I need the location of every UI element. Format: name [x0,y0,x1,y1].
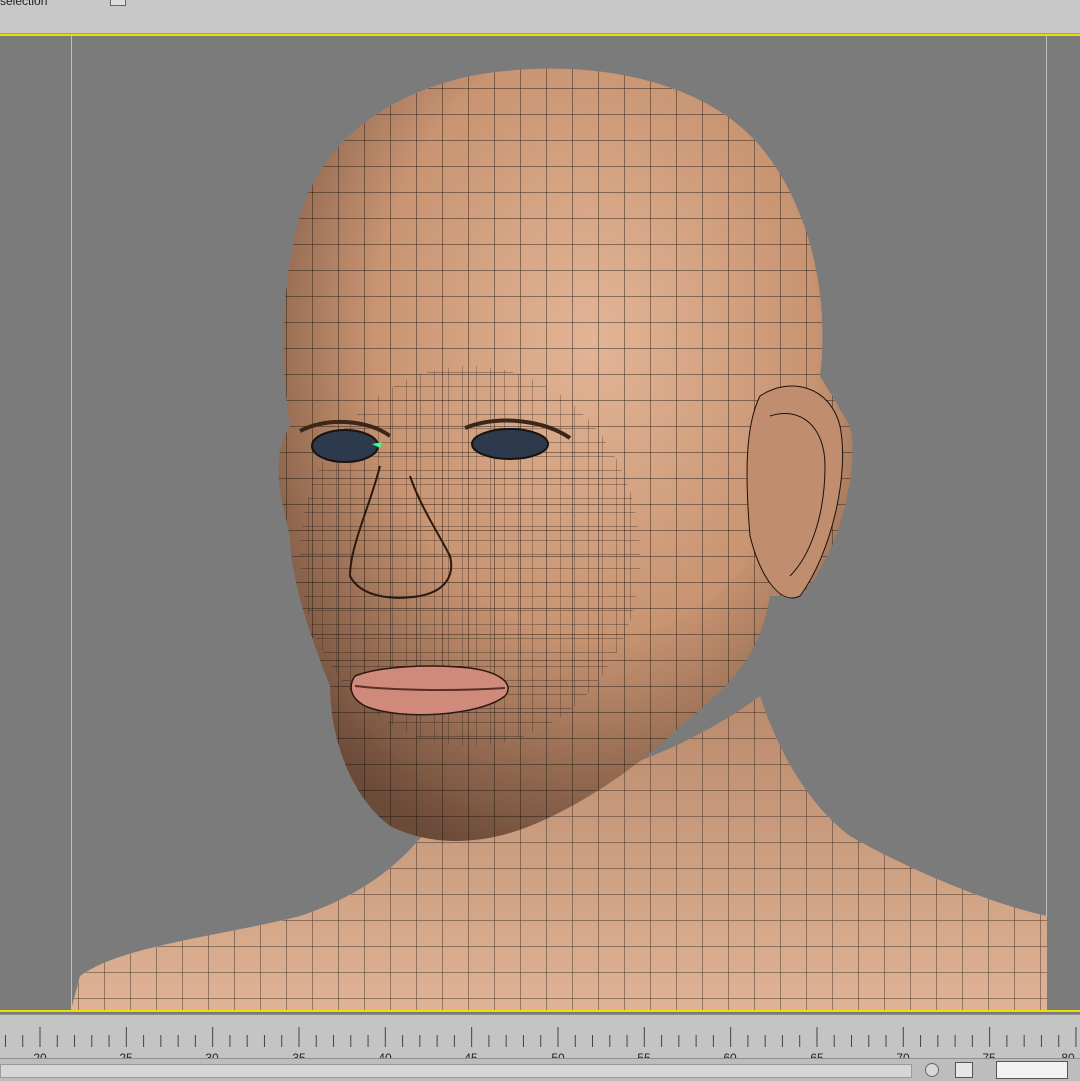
frame-field[interactable] [996,1061,1068,1079]
key-icon[interactable] [925,1063,939,1077]
left-eye [311,429,379,463]
right-eye [471,428,549,460]
status-strip [0,1058,1080,1081]
window-title: selection [0,0,48,8]
perspective-viewport[interactable] [0,34,1080,1012]
ear [746,385,844,599]
time-slider[interactable] [0,1064,912,1078]
ruler-ticks [4,1027,1077,1047]
grid-icon[interactable] [955,1062,973,1078]
viewport-menu-icon[interactable] [110,0,126,6]
viewport-title-bar: selection [0,0,1080,34]
head-model[interactable] [0,36,1080,1012]
